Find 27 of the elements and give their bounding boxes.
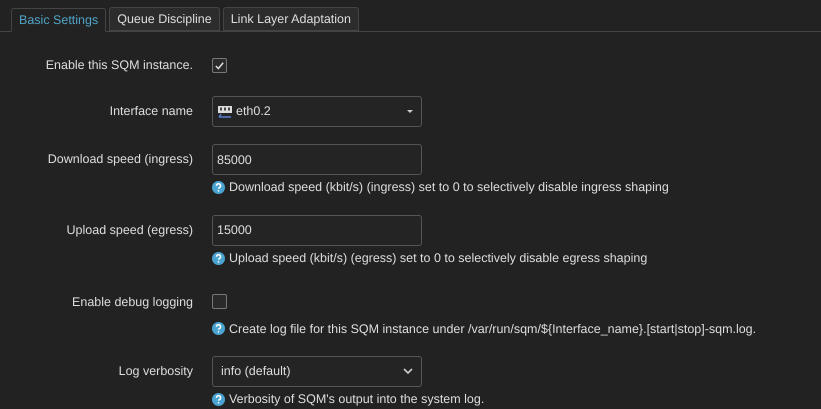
input-field[interactable]: 85000 <box>212 144 422 175</box>
field-label: Log verbosity <box>118 363 193 380</box>
check-icon <box>214 60 225 70</box>
verbosity-select[interactable]: info (default) <box>212 356 422 388</box>
tab[interactable]: Queue Discipline <box>109 7 220 31</box>
tab[interactable]: Basic Settings <box>11 8 106 32</box>
field-label: Interface name <box>110 103 193 120</box>
field-label: Download speed (ingress) <box>48 151 193 168</box>
help-icon <box>212 252 225 265</box>
interface-dropdown[interactable]: eth0.2 <box>212 96 422 127</box>
input-field[interactable]: 15000 <box>212 214 422 246</box>
field-label: Upload speed (egress) <box>66 222 193 239</box>
chevron-down-icon <box>403 368 413 376</box>
checkbox[interactable] <box>212 58 227 72</box>
help-text: Download speed (kbit/s) (ingress) set to 0 to selectively disable ingress shaping <box>229 179 669 196</box>
caret-icon <box>407 110 413 113</box>
field-label: Enable debug logging <box>72 294 193 310</box>
help-icon <box>212 393 225 406</box>
help-text: Create log file for this SQM instance under /var/run/sqm/${Interface_name}.[start|stop]-sqm.log. <box>229 320 756 338</box>
help-text: Upload speed (kbit/s) (egress) set to 0 to selectively disable egress shaping <box>229 250 648 267</box>
tab[interactable]: Link Layer Adaptation <box>222 7 359 31</box>
field-label: Enable this SQM instance. <box>46 57 193 74</box>
network-port-icon <box>217 104 233 118</box>
help-text: Verbosity of SQM's output into the system log. <box>229 391 484 408</box>
checkbox[interactable] <box>212 294 227 309</box>
help-icon <box>212 180 225 194</box>
help-icon <box>212 322 225 336</box>
